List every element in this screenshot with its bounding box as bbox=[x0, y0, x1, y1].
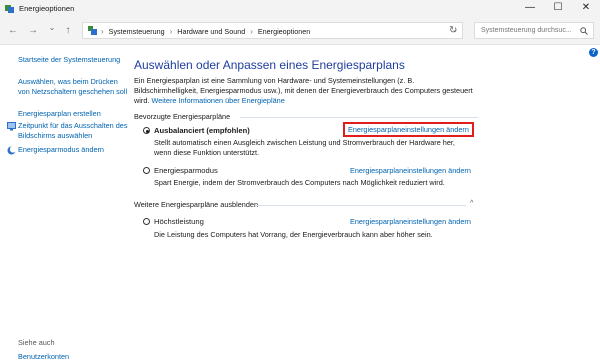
maximize-button[interactable]: ☐ bbox=[544, 0, 572, 14]
plan-power-saver-radio[interactable] bbox=[143, 167, 150, 174]
breadcrumb-separator: › bbox=[250, 27, 253, 36]
plan-balanced-desc: Stellt automatisch einen Ausgleich zwisc… bbox=[154, 138, 455, 157]
control-panel-icon bbox=[5, 5, 14, 13]
breadcrumb: › Systemsteuerung › Hardware und Sound ›… bbox=[101, 27, 310, 36]
sidebar-link-create-plan[interactable]: Energiesparplan erstellen bbox=[18, 109, 130, 119]
breadcrumb-separator: › bbox=[169, 27, 173, 36]
divider bbox=[240, 117, 478, 118]
breadcrumb-separator: › bbox=[101, 27, 104, 36]
sidebar-link-display-off[interactable]: Zeitpunkt für das Ausschalten des Bildsc… bbox=[18, 121, 130, 141]
sidebar-link-home[interactable]: Startseite der Systemsteuerung bbox=[18, 55, 130, 65]
search-placeholder: Systemsteuerung durchsuc... bbox=[481, 27, 572, 34]
forward-button[interactable]: → bbox=[27, 25, 39, 36]
search-input[interactable]: Systemsteuerung durchsuc... bbox=[474, 22, 594, 39]
refresh-button[interactable]: ↻ bbox=[449, 25, 457, 36]
plan-high-performance-desc: Die Leistung des Computers hat Vorrang, … bbox=[154, 230, 433, 239]
intro-text: Ein Energiesparplan ist eine Sammlung vo… bbox=[134, 76, 474, 106]
plan-balanced-name[interactable]: Ausbalanciert (empfohlen) bbox=[154, 126, 250, 135]
sidebar-link-sleep[interactable]: Energiesparmodus ändern bbox=[18, 145, 130, 155]
hide-more-plans-label[interactable]: Weitere Energiesparpläne ausblenden bbox=[134, 200, 258, 209]
help-icon[interactable]: ? bbox=[589, 48, 598, 57]
breadcrumb-hardware-und-sound[interactable]: Hardware und Sound bbox=[177, 27, 245, 36]
plan-balanced-settings-link[interactable]: Energiesparplaneinstellungen ändern bbox=[343, 122, 474, 137]
plan-balanced-radio[interactable] bbox=[143, 127, 150, 134]
control-panel-icon bbox=[88, 26, 97, 35]
page-title: Auswählen oder Anpassen eines Energiespa… bbox=[134, 58, 405, 72]
navigation-bar: ← → ⌄ ↑ › Systemsteuerung › Hardware und… bbox=[0, 18, 600, 45]
plan-high-performance-settings-link[interactable]: Energiesparplaneinstellungen ändern bbox=[350, 217, 471, 226]
sidebar-link-user-accounts[interactable]: Benutzerkonten bbox=[18, 352, 69, 362]
monitor-icon bbox=[7, 122, 16, 131]
minimize-button[interactable]: — bbox=[516, 0, 544, 14]
more-info-link[interactable]: Weitere Informationen über Energiepläne bbox=[151, 96, 284, 105]
recent-locations-dropdown[interactable]: ⌄ bbox=[46, 23, 58, 32]
plan-power-saver-desc: Spart Energie, indem der Stromverbrauch … bbox=[154, 178, 445, 187]
plan-high-performance-name[interactable]: Höchstleistung bbox=[154, 217, 204, 226]
plan-power-saver-settings-link[interactable]: Energiesparplaneinstellungen ändern bbox=[350, 166, 471, 175]
preferred-plans-label: Bevorzugte Energiesparpläne bbox=[134, 112, 231, 121]
up-button[interactable]: ↑ bbox=[62, 25, 74, 36]
collapse-icon[interactable]: ^ bbox=[470, 198, 473, 207]
breadcrumb-systemsteuerung[interactable]: Systemsteuerung bbox=[109, 27, 165, 36]
breadcrumb-energieoptionen[interactable]: Energieoptionen bbox=[258, 27, 310, 36]
plan-power-saver-name[interactable]: Energiesparmodus bbox=[154, 166, 218, 175]
moon-icon bbox=[7, 146, 16, 155]
divider bbox=[256, 205, 466, 206]
see-also-label: Siehe auch bbox=[18, 338, 55, 347]
sidebar-link-power-buttons[interactable]: Auswählen, was beim Drücken von Netzscha… bbox=[18, 77, 130, 97]
window-title: Energieoptionen bbox=[19, 4, 75, 13]
search-icon bbox=[580, 27, 588, 35]
back-button[interactable]: ← bbox=[7, 25, 19, 36]
close-button[interactable]: ✕ bbox=[572, 0, 600, 14]
address-bar[interactable]: › Systemsteuerung › Hardware und Sound ›… bbox=[82, 22, 463, 39]
title-bar: Energieoptionen — ☐ ✕ bbox=[0, 0, 600, 18]
plan-high-performance-radio[interactable] bbox=[143, 218, 150, 225]
